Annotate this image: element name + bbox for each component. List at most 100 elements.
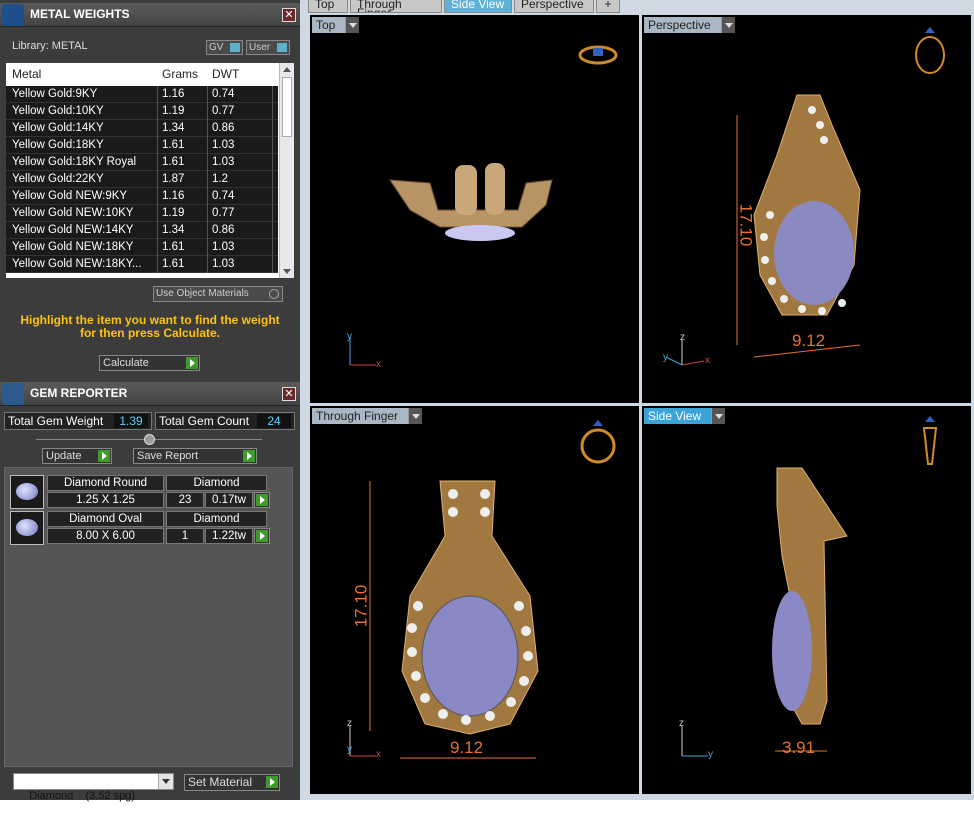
table-row[interactable]: Yellow Gold NEW:10KY 1.19 0.77 [6,205,278,222]
grams-cell: 1.34 [162,122,185,134]
metal-cell: Yellow Gold NEW:18KY... [12,258,142,270]
gem-reporter-icon [2,383,24,405]
tab-perspective[interactable]: Perspective [514,0,594,13]
top-view-render [349,45,618,366]
dwt-cell: 1.03 [212,241,235,253]
axis-x-label: x [376,359,381,370]
metal-rows: Yellow Gold:9KY 1.16 0.74 Yellow Gold:10KY 1… [6,86,278,273]
calculate-button[interactable]: Calculate [99,355,200,371]
gem-weight: 0.17tw [205,492,253,508]
axis-x-label: x [376,749,381,760]
total-weight-label: Total Gem Weight [8,414,104,428]
radio-icon [269,289,279,299]
axis-y-label: y [347,744,352,755]
table-row[interactable]: Yellow Gold:18KY 1.61 1.03 [6,137,278,154]
metal-cell: Yellow Gold NEW:9KY [12,190,128,202]
dwt-cell: 0.74 [212,190,235,202]
col-grams[interactable]: Grams [162,67,198,81]
close-icon[interactable]: ✕ [282,8,296,22]
viewport-through-finger[interactable]: Through Finger 17.10 9.12 z x y [310,406,639,794]
gem-material: Diamond [166,511,267,527]
update-label: Update [46,450,82,462]
tab-through-finger[interactable]: Through Finger [350,0,442,13]
scroll-thumb[interactable] [282,77,292,137]
dwt-cell: 0.77 [212,105,235,117]
left-panel: METAL WEIGHTS ✕ Library: METAL GV User M… [0,0,300,802]
gem-oval-thumbnail [10,511,44,545]
material-select[interactable]: Diamond (3.52 spg) [13,773,174,802]
gem-round-thumbnail [10,475,44,509]
gv-toggle[interactable]: GV [206,40,243,55]
metal-table-scrollbar[interactable] [279,63,294,278]
grams-cell: 1.34 [162,224,185,236]
col-metal[interactable]: Metal [12,67,41,81]
table-row[interactable]: Yellow Gold:18KY Royal 1.61 1.03 [6,154,278,171]
metal-table: Metal Grams DWT Yellow Gold:9KY 1.16 0.74 Y… [6,63,294,278]
metal-cell: Yellow Gold:22KY [12,173,104,185]
axis-y-label: y [663,352,668,363]
table-row[interactable]: Yellow Gold:22KY 1.87 1.2 [6,171,278,188]
play-icon [243,450,255,462]
grams-cell: 1.61 [162,258,185,270]
use-object-materials-label: Use Object Materials [156,288,249,299]
user-toggle[interactable]: User [246,40,290,55]
close-icon[interactable]: ✕ [282,387,296,401]
set-material-button[interactable]: Set Material [184,774,280,791]
chevron-down-icon[interactable] [158,774,173,789]
table-row[interactable]: Yellow Gold NEW:9KY 1.16 0.74 [6,188,278,205]
metal-weights-title: METAL WEIGHTS [30,7,130,21]
save-report-label: Save Report [137,450,199,462]
dimension-height: 17.10 [736,203,756,247]
total-weight-value: 1.39 [114,414,148,428]
table-row[interactable]: Yellow Gold:14KY 1.34 0.86 [6,120,278,137]
metal-weights-icon [2,4,24,26]
play-icon [266,776,278,788]
table-row[interactable]: Yellow Gold:10KY 1.19 0.77 [6,103,278,120]
table-row[interactable]: Yellow Gold NEW:18KY... 1.61 1.03 [6,256,278,273]
gem-reporter-title: GEM REPORTER [30,386,128,400]
table-row[interactable]: Yellow Gold NEW:18KY 1.61 1.03 [6,239,278,256]
dwt-cell: 0.86 [212,122,235,134]
metal-cell: Yellow Gold NEW:10KY [12,207,134,219]
tab-top[interactable]: Top [308,0,348,13]
splitter-handle[interactable] [144,434,155,445]
dwt-cell: 1.2 [212,173,228,185]
tab-side-view[interactable]: Side View [444,0,512,13]
viewport-side-view[interactable]: Side View 3.91 z y [642,406,971,794]
play-icon [256,494,268,506]
gv-toggle-label: GV [209,42,224,53]
col-dwt[interactable]: DWT [212,67,239,81]
table-row[interactable]: Yellow Gold:9KY 1.16 0.74 [6,86,278,103]
play-icon [186,357,198,369]
grams-cell: 1.61 [162,241,185,253]
gem-size: 1.25 X 1.25 [47,492,164,508]
table-row[interactable]: Yellow Gold NEW:14KY 1.34 0.86 [6,222,278,239]
metal-cell: Yellow Gold:10KY [12,105,104,117]
axis-x-label: x [705,355,710,366]
dwt-cell: 0.86 [212,224,235,236]
viewport-perspective[interactable]: Perspective 17.10 9.12 z x y [642,15,971,403]
total-count-label: Total Gem Count [159,414,250,428]
gem-count: 23 [166,492,204,508]
axis-z-label: z [680,332,685,343]
metal-cell: Yellow Gold NEW:18KY [12,241,134,253]
update-button[interactable]: Update [42,448,112,464]
viewport-top[interactable]: Top y x [310,15,639,403]
gem-row[interactable]: Diamond Oval Diamond 8.00 X 6.00 1 1.22t… [10,511,272,545]
axis-y-label: y [708,749,713,760]
metal-cell: Yellow Gold:14KY [12,122,104,134]
scroll-up-icon[interactable] [283,67,291,72]
dimension-width: 9.12 [792,331,826,350]
gem-row[interactable]: Diamond Round Diamond 1.25 X 1.25 23 0.1… [10,475,272,509]
scroll-down-icon[interactable] [283,269,291,274]
gem-select-button[interactable] [254,492,270,508]
dwt-cell: 1.03 [212,258,235,270]
gem-select-button[interactable] [254,528,270,544]
total-gem-count: Total Gem Count 24 [155,412,295,430]
set-material-label: Set Material [188,775,253,789]
tab-add[interactable]: + [596,0,620,13]
save-report-button[interactable]: Save Report [133,448,257,464]
axis-y-label: y [347,331,352,342]
use-object-materials-toggle[interactable]: Use Object Materials [153,286,283,302]
gem-material: Diamond [166,475,267,491]
